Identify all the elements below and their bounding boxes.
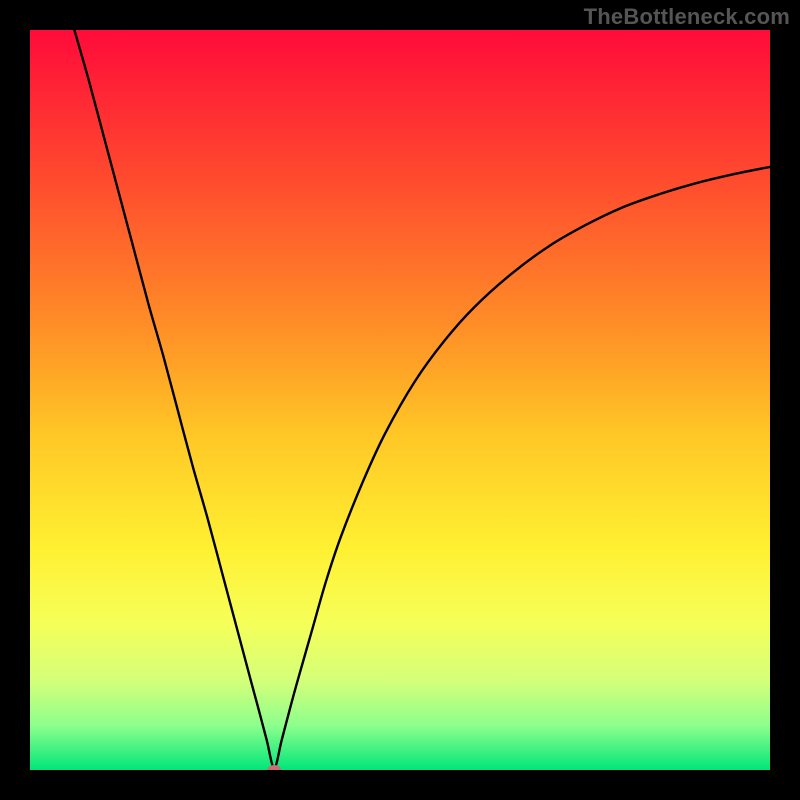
chart-svg xyxy=(30,30,770,770)
plot-area xyxy=(30,30,770,770)
chart-frame: TheBottleneck.com xyxy=(0,0,800,800)
watermark-text: TheBottleneck.com xyxy=(584,4,790,30)
chart-background xyxy=(30,30,770,770)
